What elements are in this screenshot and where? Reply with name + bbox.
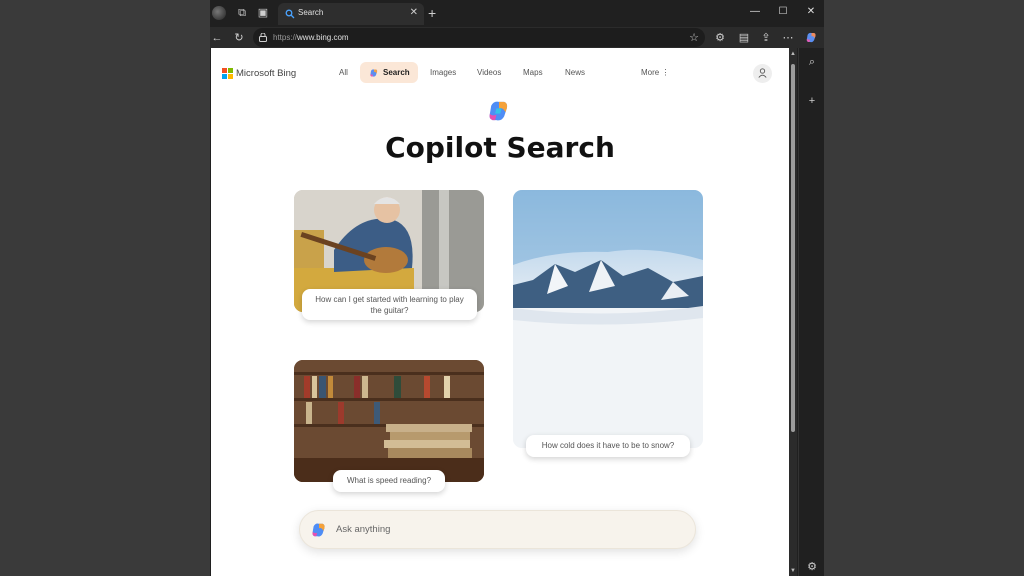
snow-caption[interactable]: How cold does it have to be to snow? — [526, 435, 690, 457]
nav-search[interactable]: Search — [360, 62, 418, 83]
guitar-caption[interactable]: How can I get started with learning to p… — [302, 289, 477, 320]
refresh-icon[interactable]: ↻ — [232, 31, 246, 45]
bing-brand[interactable]: Microsoft Bing — [236, 68, 296, 79]
split-screen-icon[interactable]: ▤ — [737, 31, 751, 45]
share-icon[interactable]: ⇪ — [759, 31, 773, 45]
scroll-down-icon[interactable]: ▼ — [790, 568, 796, 574]
microsoft-logo-icon — [222, 68, 233, 79]
nav-news[interactable]: News — [565, 68, 585, 77]
nav-more[interactable]: More ⋮ — [641, 68, 669, 77]
snowy-mountain-photo — [513, 190, 703, 448]
tab-search[interactable]: Search ✕ — [278, 3, 424, 25]
workspaces-icon[interactable]: ⧉ — [236, 7, 248, 19]
page-scrollbar[interactable]: ▲ ▼ — [789, 48, 797, 576]
scroll-up-icon[interactable]: ▲ — [790, 51, 796, 57]
person-icon — [758, 68, 767, 78]
tab-title: Search — [298, 8, 323, 17]
edge-sidebar: ⌕ + ⚙ — [798, 48, 824, 576]
favorite-star-icon[interactable]: ☆ — [689, 31, 699, 44]
copilot-logo-icon — [486, 98, 512, 124]
desktop-left — [0, 0, 210, 576]
bookshelf-photo — [294, 360, 484, 482]
ask-placeholder: Ask anything — [336, 524, 390, 535]
back-arrow-icon[interactable]: ← — [210, 31, 224, 45]
lock-icon — [259, 33, 267, 42]
desktop-right — [824, 0, 1024, 576]
minimize-button[interactable]: — — [748, 6, 762, 17]
suggestion-card-books[interactable] — [294, 360, 484, 482]
new-tab-button[interactable]: + — [428, 5, 436, 21]
close-window-button[interactable]: ✕ — [804, 6, 818, 17]
profile-avatar[interactable] — [212, 6, 226, 20]
nav-images[interactable]: Images — [430, 68, 456, 77]
books-caption[interactable]: What is speed reading? — [333, 470, 445, 492]
web-page: Microsoft Bing All Search Images Videos … — [211, 48, 789, 576]
browser-window: ⧉ ▣ Search ✕ + — ☐ ✕ ← ↻ https://www.bin… — [210, 0, 824, 576]
maximize-button[interactable]: ☐ — [776, 6, 790, 17]
browser-toolbar: ← ↻ https://www.bing.com ☆ ⚙ ▤ ⇪ ⋯ — [210, 27, 824, 48]
scrollbar-thumb[interactable] — [791, 64, 795, 432]
nav-videos[interactable]: Videos — [477, 68, 501, 77]
ask-input[interactable]: Ask anything — [299, 510, 696, 549]
copilot-icon[interactable] — [804, 31, 818, 45]
add-icon[interactable]: + — [806, 95, 818, 107]
copilot-icon — [310, 521, 328, 539]
settings-gear-icon[interactable]: ⚙ — [806, 560, 818, 573]
search-icon — [285, 9, 295, 19]
nav-search-label: Search — [383, 68, 410, 77]
user-avatar[interactable] — [753, 64, 772, 83]
copilot-icon — [369, 68, 379, 78]
more-menu-icon[interactable]: ⋯ — [781, 31, 795, 45]
tab-actions-icon[interactable]: ▣ — [257, 7, 269, 19]
title-bar: ⧉ ▣ Search ✕ + — ☐ ✕ — [210, 0, 824, 27]
nav-all[interactable]: All — [339, 68, 348, 77]
nav-maps[interactable]: Maps — [523, 68, 543, 77]
address-bar[interactable]: https://www.bing.com ☆ — [253, 28, 705, 47]
page-title: Copilot Search — [211, 131, 789, 164]
url-text: https://www.bing.com — [273, 33, 349, 42]
close-tab-icon[interactable]: ✕ — [410, 7, 418, 18]
search-icon[interactable]: ⌕ — [806, 56, 818, 69]
suggestion-card-snow[interactable] — [513, 190, 703, 448]
extensions-icon[interactable]: ⚙ — [713, 31, 727, 45]
